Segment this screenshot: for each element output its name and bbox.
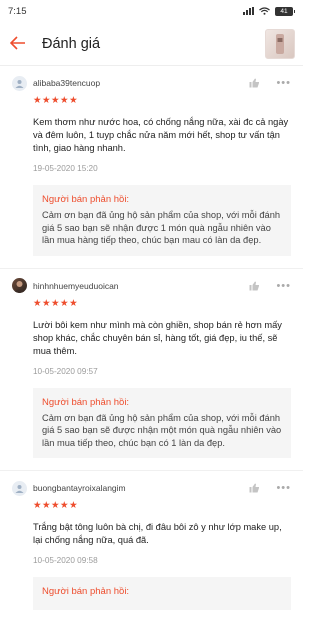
status-icons: 41 bbox=[243, 6, 295, 16]
seller-reply-title: Người bán phản hồi: bbox=[42, 586, 130, 597]
star-rating: ★★★★★ bbox=[33, 95, 79, 106]
wifi-icon bbox=[259, 7, 270, 15]
product-thumbnail[interactable] bbox=[265, 28, 295, 59]
back-arrow-icon[interactable] bbox=[9, 34, 34, 54]
review-item: alibaba39tencuop ••• ★★★★★ Kem thơm như … bbox=[0, 66, 303, 269]
seller-reply: Người bán phản hồi: Cảm ơn bạn đã ủng hộ… bbox=[33, 185, 291, 256]
review-item: buongbantayroixalangim ••• ★★★★★ Trắng b… bbox=[0, 471, 303, 610]
review-timestamp: 10-05-2020 09:57 bbox=[33, 366, 98, 376]
more-options-icon[interactable]: ••• bbox=[276, 482, 291, 494]
seller-reply-text: Cảm ơn bạn đã ủng hộ sản phẩm của shop, … bbox=[42, 412, 282, 448]
review-timestamp: 10-05-2020 09:58 bbox=[33, 556, 98, 565]
more-options-icon[interactable]: ••• bbox=[276, 77, 291, 89]
page-title: Đánh giá bbox=[42, 35, 101, 52]
review-username: alibaba39tencuop bbox=[33, 78, 101, 88]
star-rating: ★★★★★ bbox=[33, 297, 79, 309]
like-icon[interactable] bbox=[246, 483, 262, 493]
app-bar: Đánh giá bbox=[0, 22, 303, 66]
review-item: hinhnhuemyeuduoican ••• ★★★★★ Lười bôi k… bbox=[0, 269, 303, 471]
user-avatar[interactable] bbox=[12, 278, 27, 293]
user-avatar[interactable] bbox=[12, 75, 27, 91]
review-text: Kem thơm như nước hoa, có chống nắng nữa… bbox=[33, 117, 289, 153]
seller-reply-text: Cảm ơn bạn đã ủng hộ sản phẩm của shop, … bbox=[42, 210, 281, 245]
like-icon[interactable] bbox=[246, 78, 262, 88]
signal-icon bbox=[243, 7, 254, 15]
star-rating: ★★★★★ bbox=[33, 500, 79, 511]
review-text: Trắng bật tông luôn bà chị, đi đâu bôi z… bbox=[33, 522, 282, 545]
review-username: buongbantayroixalangim bbox=[33, 483, 126, 493]
seller-reply-title: Người bán phản hồi: bbox=[42, 194, 130, 205]
user-avatar[interactable] bbox=[12, 480, 27, 496]
review-username: hinhnhuemyeuduoican bbox=[33, 280, 119, 291]
seller-reply: Người bán phản hồi: bbox=[33, 577, 291, 610]
more-options-icon[interactable]: ••• bbox=[276, 280, 291, 292]
seller-reply-title: Người bán phản hồi: bbox=[42, 396, 130, 408]
battery-icon: 41 bbox=[275, 6, 295, 16]
review-text: Lười bôi kem như mình mà còn ghiền, shop… bbox=[33, 319, 282, 356]
seller-reply: Người bán phản hồi: Cảm ơn bạn đã ủng hộ… bbox=[33, 387, 291, 458]
status-bar: 7:15 41 bbox=[0, 0, 303, 22]
like-icon[interactable] bbox=[246, 281, 262, 291]
status-time: 7:15 bbox=[8, 5, 27, 17]
review-timestamp: 19-05-2020 15:20 bbox=[33, 164, 98, 173]
